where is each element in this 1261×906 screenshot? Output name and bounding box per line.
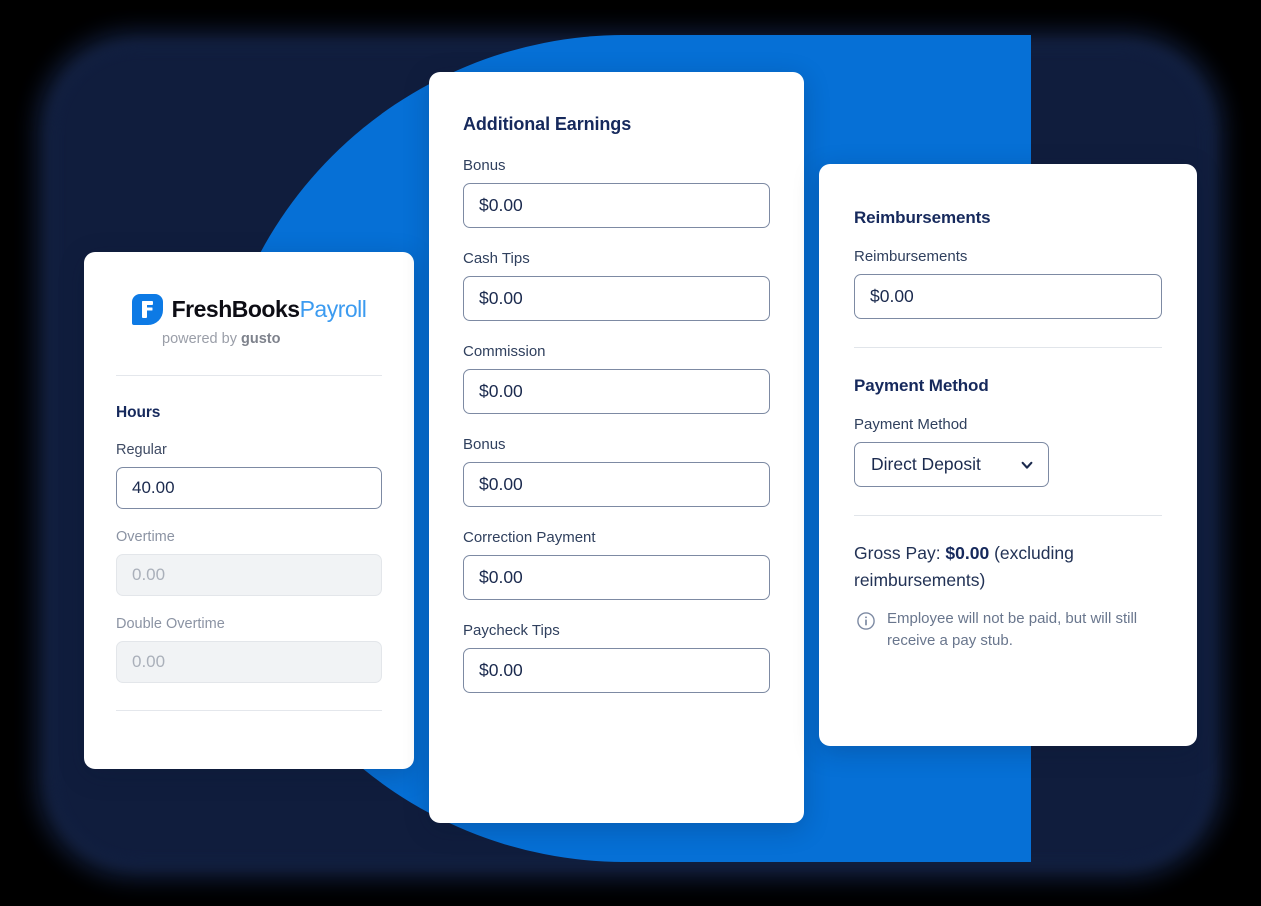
- powered-by-gusto: powered by gusto: [162, 331, 280, 347]
- gross-pay-amount: $0.00: [945, 543, 990, 563]
- hours-card: FreshBooksPayroll powered by gusto Hours…: [84, 252, 414, 769]
- payment-method-value: Direct Deposit: [871, 454, 981, 474]
- reimbursements-field: Reimbursements $0.00: [854, 248, 1162, 319]
- payment-method-field: Payment Method Direct Deposit: [854, 416, 1162, 487]
- overtime-hours-input[interactable]: 0.00: [116, 554, 382, 596]
- freshbooks-f-logo-icon: [131, 294, 163, 325]
- cash-tips-field: Cash Tips $0.00: [463, 250, 770, 321]
- payment-method-divider: [854, 515, 1162, 516]
- info-circle-icon: [857, 612, 875, 631]
- cash-tips-input[interactable]: $0.00: [463, 276, 770, 321]
- regular-hours-input[interactable]: 40.00: [116, 467, 382, 509]
- gross-pay-prefix: Gross Pay:: [854, 543, 946, 563]
- paycheck-tips-label: Paycheck Tips: [463, 622, 560, 639]
- bonus-secondary-input[interactable]: $0.00: [463, 462, 770, 507]
- pay-stub-note-text: Employee will not be paid, but will stil…: [887, 610, 1138, 649]
- brand-wordmark: FreshBooksPayroll: [172, 296, 367, 323]
- cash-tips-label: Cash Tips: [463, 250, 530, 267]
- correction-payment-label: Correction Payment: [463, 529, 596, 546]
- bonus-secondary-label: Bonus: [463, 436, 506, 453]
- payment-method-label: Payment Method: [854, 416, 968, 433]
- payment-method-select[interactable]: Direct Deposit: [854, 442, 1049, 487]
- brand-name-primary: FreshBooks: [171, 296, 300, 322]
- payment-method-section-title: Payment Method: [854, 376, 989, 395]
- bonus-input[interactable]: $0.00: [463, 183, 770, 228]
- freshbooks-payroll-logo: FreshBooksPayroll powered by gusto: [116, 252, 382, 347]
- gusto-wordmark: gusto: [241, 331, 281, 347]
- brand-name-secondary: Payroll: [299, 296, 367, 322]
- chevron-down-icon: [1021, 461, 1033, 469]
- reimbursements-card: Reimbursements Reimbursements $0.00 Paym…: [819, 164, 1197, 746]
- bonus-label: Bonus: [463, 157, 506, 174]
- powered-by-prefix: powered by: [162, 331, 241, 347]
- double-overtime-hours-field: Double Overtime 0.00: [116, 616, 382, 683]
- correction-payment-input[interactable]: $0.00: [463, 555, 770, 600]
- double-overtime-hours-input[interactable]: 0.00: [116, 641, 382, 683]
- additional-earnings-title: Additional Earnings: [463, 114, 632, 134]
- composition-stage: FreshBooksPayroll powered by gusto Hours…: [0, 0, 1261, 906]
- gross-pay-summary: Gross Pay: $0.00 (excluding reimbursemen…: [854, 540, 1162, 594]
- hours-card-bottom-divider: [116, 710, 382, 711]
- commission-field: Commission $0.00: [463, 343, 770, 414]
- overtime-hours-field: Overtime 0.00: [116, 529, 382, 596]
- additional-earnings-card: Additional Earnings Bonus $0.00 Cash Tip…: [429, 72, 804, 823]
- bonus-field: Bonus $0.00: [463, 157, 770, 228]
- double-overtime-hours-label: Double Overtime: [116, 616, 225, 632]
- regular-hours-field: Regular 40.00: [116, 442, 382, 509]
- paycheck-tips-field: Paycheck Tips $0.00: [463, 622, 770, 693]
- reimbursements-input[interactable]: $0.00: [854, 274, 1162, 319]
- commission-input[interactable]: $0.00: [463, 369, 770, 414]
- hours-card-divider: [116, 375, 382, 376]
- regular-hours-label: Regular: [116, 442, 167, 458]
- pay-stub-note: Employee will not be paid, but will stil…: [854, 608, 1162, 651]
- paycheck-tips-input[interactable]: $0.00: [463, 648, 770, 693]
- reimbursements-section-title: Reimbursements: [854, 208, 991, 227]
- commission-label: Commission: [463, 343, 546, 360]
- reimbursements-label: Reimbursements: [854, 248, 968, 265]
- hours-section-title: Hours: [116, 404, 161, 421]
- correction-payment-field: Correction Payment $0.00: [463, 529, 770, 600]
- bonus-secondary-field: Bonus $0.00: [463, 436, 770, 507]
- overtime-hours-label: Overtime: [116, 529, 175, 545]
- reimbursements-divider: [854, 347, 1162, 348]
